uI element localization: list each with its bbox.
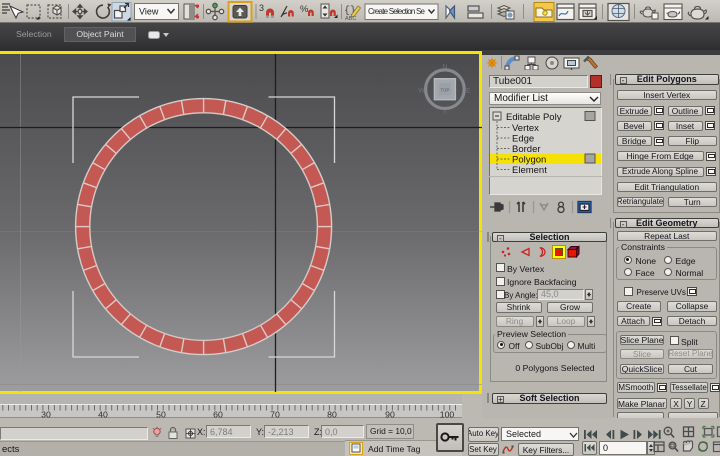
svg-text:Create Selection Se: Create Selection Se xyxy=(368,7,426,16)
svg-text:Editable Poly: Editable Poly xyxy=(506,112,562,123)
svg-text:View: View xyxy=(139,7,159,17)
svg-text:Edge: Edge xyxy=(512,134,534,145)
svg-text:%: % xyxy=(300,4,309,15)
svg-text:Polygon: Polygon xyxy=(512,155,546,166)
svg-text:W: W xyxy=(418,87,425,94)
svg-text:Border: Border xyxy=(512,144,541,155)
svg-text:Element: Element xyxy=(512,165,547,176)
svg-text:3: 3 xyxy=(259,3,264,13)
svg-text:S: S xyxy=(443,108,448,115)
svg-text:ABC: ABC xyxy=(345,16,356,22)
svg-text:N: N xyxy=(442,63,447,70)
svg-text:Vertex: Vertex xyxy=(512,123,539,134)
svg-text:E: E xyxy=(466,87,471,94)
svg-text:TOP: TOP xyxy=(441,87,450,92)
